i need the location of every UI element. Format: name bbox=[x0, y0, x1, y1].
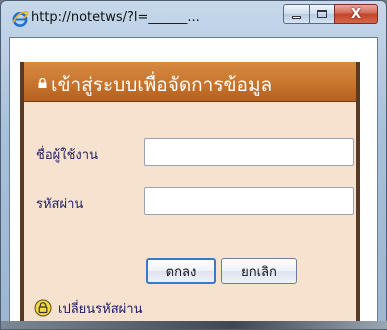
username-label: ชื่อผู้ใช้งาน bbox=[36, 148, 98, 163]
change-password-text: เปลี่ยนรหัสผ่าน bbox=[58, 301, 143, 317]
window-titlebar[interactable]: http://notetws/?l=______... X bbox=[1, 1, 386, 37]
close-icon: X bbox=[350, 6, 362, 22]
login-panel-header: เข้าสู่ระบบเพื่อจัดการข้อมูล bbox=[24, 62, 356, 102]
internet-explorer-icon bbox=[12, 11, 29, 27]
ok-button[interactable]: ตกลง bbox=[146, 258, 216, 284]
login-panel: เข้าสู่ระบบเพื่อจัดการข้อมูล ชื่อผู้ใช้ง… bbox=[20, 62, 360, 322]
maximize-button[interactable] bbox=[309, 4, 334, 24]
password-label: รหัสผ่าน bbox=[36, 197, 84, 212]
cancel-button[interactable]: ยกเลิก bbox=[221, 258, 297, 284]
login-panel-title: เข้าสู่ระบบเพื่อจัดการข้อมูล bbox=[51, 74, 273, 96]
minimize-icon bbox=[292, 16, 301, 19]
change-password-link[interactable]: เปลี่ยนรหัสผ่าน bbox=[34, 298, 142, 318]
username-input[interactable] bbox=[144, 138, 354, 166]
window-title: http://notetws/?l=______... bbox=[31, 10, 200, 25]
close-button[interactable]: X bbox=[334, 4, 378, 24]
minimize-button[interactable] bbox=[283, 4, 309, 24]
window-bottom-edge bbox=[1, 321, 387, 329]
browser-popup-window: http://notetws/?l=______... X เข้าสู่ระบ… bbox=[0, 0, 387, 330]
password-input[interactable] bbox=[144, 187, 354, 215]
lock-icon bbox=[38, 78, 47, 88]
lock-circle-icon bbox=[34, 299, 52, 317]
maximize-icon bbox=[317, 10, 327, 18]
page-content: เข้าสู่ระบบเพื่อจัดการข้อมูล ชื่อผู้ใช้ง… bbox=[9, 37, 378, 323]
window-controls: X bbox=[283, 4, 378, 26]
